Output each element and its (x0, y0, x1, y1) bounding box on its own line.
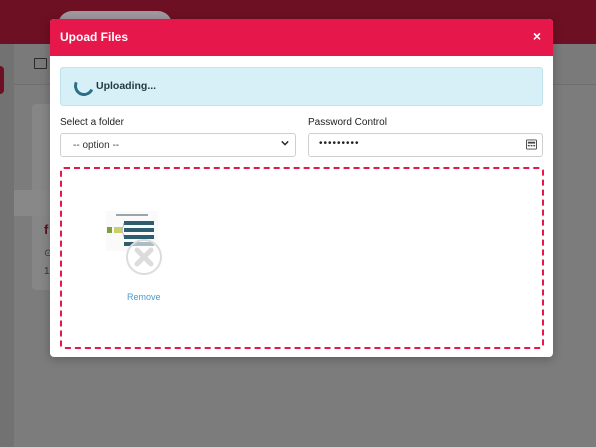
background-text-3: 1 (44, 266, 50, 277)
password-manager-icon[interactable] (526, 139, 537, 150)
password-value: ••••••••• (319, 138, 360, 149)
close-button[interactable]: × (529, 27, 545, 45)
background-text-1: f (44, 222, 49, 237)
folder-icon (34, 58, 47, 69)
folder-select-label: Select a folder (60, 117, 124, 128)
folder-select[interactable]: -- option -- (60, 133, 296, 157)
folder-select-value: -- option -- (73, 140, 120, 151)
password-field[interactable]: ••••••••• (308, 133, 543, 157)
upload-status-text: Uploading... (96, 80, 157, 92)
chevron-down-icon (281, 140, 289, 146)
remove-file-link[interactable]: Remove (127, 292, 161, 302)
upload-status-alert: Uploading... (60, 67, 543, 106)
modal-header: Upoad Files × (50, 19, 553, 56)
remove-file-icon[interactable] (126, 239, 162, 275)
password-label: Password Control (308, 117, 387, 128)
file-dropzone[interactable]: Remove (60, 167, 544, 349)
background-sidebar (0, 44, 14, 447)
modal-title: Upoad Files (60, 30, 129, 44)
spinner-icon (71, 73, 97, 99)
background-stripe (14, 190, 54, 216)
upload-modal: Upoad Files × Uploading... Select a fold… (50, 19, 553, 357)
background-sidebar-marker (0, 66, 4, 94)
